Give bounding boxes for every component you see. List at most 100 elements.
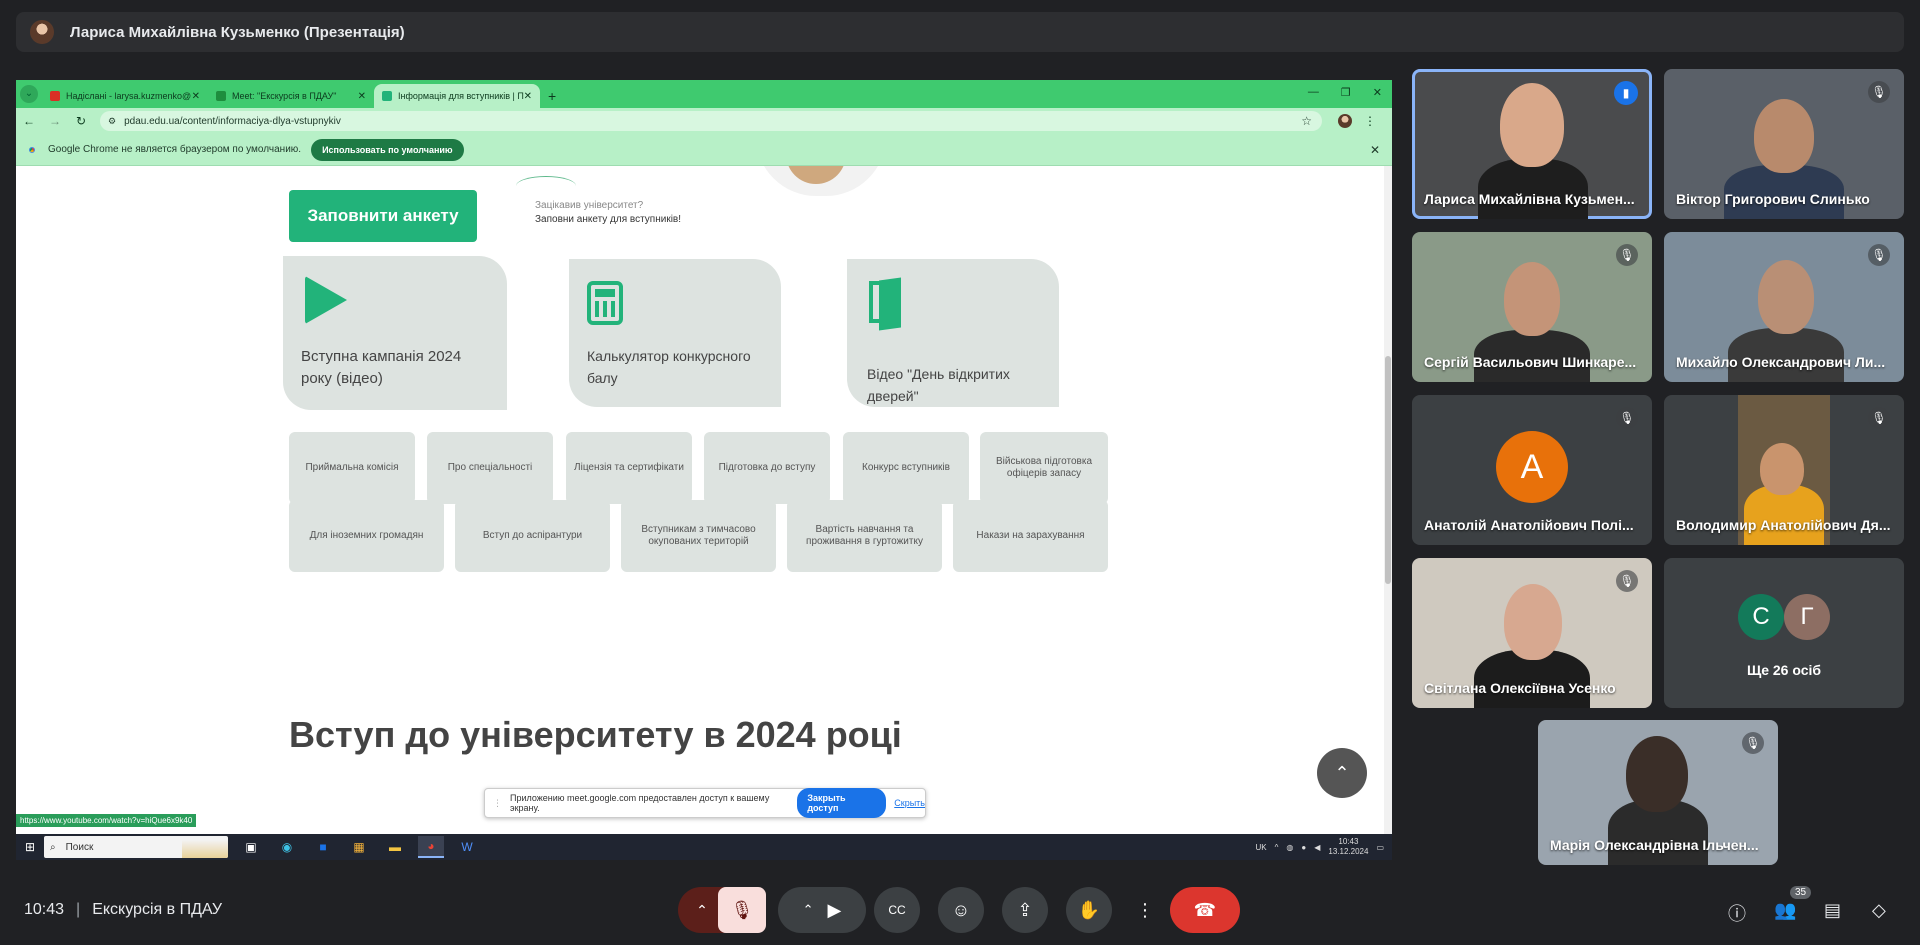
task-view-icon[interactable]: ▣	[238, 836, 264, 858]
browser-tab-pdau[interactable]: Інформація для вступників | П ✕	[374, 84, 540, 108]
tray-chevron-icon[interactable]: ^	[1275, 843, 1279, 852]
speaking-indicator-icon: ▮	[1614, 81, 1638, 105]
windows-start-icon[interactable]: ⊞	[16, 840, 44, 854]
participant-face	[1500, 83, 1564, 167]
screen-share-notice: ⋮ Приложению meet.google.com предоставле…	[484, 788, 926, 818]
scroll-to-top-button[interactable]: ⌃	[1317, 748, 1367, 798]
link-license[interactable]: Ліцензія та сертифікати	[566, 432, 692, 504]
notifications-icon[interactable]: ▭	[1376, 843, 1384, 852]
system-tray: UK ^ ◍ ● ◀ 10:43 13.12.2024 ▭	[1256, 837, 1392, 857]
more-participants-tile[interactable]: С Г Ще 26 осіб	[1664, 558, 1904, 708]
tray-mic-icon[interactable]: ●	[1301, 843, 1306, 852]
raise-hand-button[interactable]: ✋	[1066, 887, 1112, 933]
word-icon[interactable]: W	[454, 836, 480, 858]
mic-toggle-button[interactable]: 🎙	[718, 887, 766, 933]
drag-handle-icon[interactable]: ⋮	[493, 798, 502, 809]
tab-search-icon[interactable]: ⌄	[20, 85, 38, 103]
store-icon[interactable]: ▦	[346, 836, 372, 858]
profile-avatar[interactable]	[1338, 114, 1352, 128]
participant-face	[1760, 443, 1804, 495]
taskbar-clock[interactable]: 10:43 13.12.2024	[1328, 837, 1368, 857]
self-view-tile[interactable]: 🎙 Марія Олександрівна Ільчен...	[1538, 720, 1778, 865]
infobar-text: Google Chrome не является браузером по у…	[48, 144, 302, 155]
taskbar-search[interactable]: ⌕ Поиск	[44, 836, 228, 858]
participant-tile[interactable]: ▮ Лариса Михайлівна Кузьмен...	[1412, 69, 1652, 219]
tab-close-icon[interactable]: ✕	[358, 91, 366, 102]
card-score-calculator[interactable]: Калькулятор конкурсного балу	[569, 259, 781, 407]
participant-tile[interactable]: 🎙 Віктор Григорович Слинько	[1664, 69, 1904, 219]
fill-form-button[interactable]: Заповнити анкету	[289, 190, 477, 242]
participant-tile[interactable]: 🎙 Володимир Анатолійович Дя...	[1664, 395, 1904, 545]
card-label: Відео "День відкритих дверей"	[867, 366, 1010, 404]
link-foreigners[interactable]: Для іноземних громадян	[289, 500, 444, 572]
camera-group-button[interactable]: ⌃ ▶	[778, 887, 866, 933]
share-notice-text: Приложению meet.google.com предоставлен …	[510, 793, 770, 813]
chrome-taskbar-icon[interactable]: ◕	[418, 836, 444, 858]
people-icon[interactable]: 👥	[1774, 900, 1796, 921]
forward-icon[interactable]: →	[42, 114, 68, 128]
reactions-button[interactable]: ☺	[938, 887, 984, 933]
activities-icon[interactable]: ◇	[1872, 900, 1886, 921]
link-enrollment-orders[interactable]: Накази на зарахування	[953, 500, 1108, 572]
address-bar[interactable]: ⚙ pdau.edu.ua/content/informaciya-dlya-v…	[100, 111, 1322, 131]
participant-tile[interactable]: А 🎙 Анатолій Анатолійович Полі...	[1412, 395, 1652, 545]
hero-image	[756, 166, 886, 196]
link-military-training[interactable]: Військова підготовка офіцерів запасу	[980, 432, 1108, 504]
outlook-icon[interactable]: ■	[310, 836, 336, 858]
window-close-icon[interactable]: ✕	[1373, 86, 1382, 99]
new-tab-icon[interactable]: +	[548, 88, 556, 104]
link-competition[interactable]: Конкурс вступників	[843, 432, 969, 504]
leave-call-button[interactable]: ☎	[1170, 887, 1240, 933]
file-explorer-icon[interactable]: ▬	[382, 836, 408, 858]
link-preparation[interactable]: Підготовка до вступу	[704, 432, 830, 504]
site-info-icon[interactable]: ⚙	[108, 116, 116, 127]
tray-network-icon[interactable]: ◍	[1286, 843, 1293, 852]
edge-icon[interactable]: ◉	[274, 836, 300, 858]
card-admission-video[interactable]: Вступна кампанія 2024 року (відео)	[283, 256, 507, 410]
stop-sharing-button[interactable]: Закрыть доступ	[797, 788, 887, 818]
browser-menu-icon[interactable]: ⋮	[1364, 114, 1376, 128]
mic-off-icon: 🎙	[730, 899, 754, 920]
infobar-close-icon[interactable]: ✕	[1370, 143, 1380, 157]
card-label: Вступна кампанія 2024 року (відео)	[301, 348, 462, 387]
bookmark-star-icon[interactable]: ☆	[1301, 114, 1312, 128]
hide-notice-link[interactable]: Скрыть	[894, 798, 925, 808]
participant-tile[interactable]: 🎙 Сергій Васильович Шинкаре...	[1412, 232, 1652, 382]
browser-tab-gmail[interactable]: Надіслані - larysa.kuzmenko@ ✕	[42, 84, 208, 108]
tab-label: Надіслані - larysa.kuzmenko@	[66, 91, 192, 101]
participant-name: Віктор Григорович Слинько	[1676, 191, 1870, 207]
link-specialties[interactable]: Про спеціальності	[427, 432, 553, 504]
scrollbar-thumb[interactable]	[1385, 356, 1391, 584]
language-indicator[interactable]: UK	[1256, 843, 1267, 852]
browser-tab-meet[interactable]: Meet: "Екскурсія в ПДАУ" ✕	[208, 84, 374, 108]
link-postgraduate[interactable]: Вступ до аспірантури	[455, 500, 610, 572]
tab-close-icon[interactable]: ✕	[192, 91, 200, 102]
mic-off-icon: 🎙	[1742, 732, 1764, 754]
chevron-up-icon[interactable]: ⌃	[803, 902, 814, 918]
link-tuition-cost[interactable]: Вартість навчання та проживання в гуртож…	[787, 500, 942, 572]
back-icon[interactable]: ←	[16, 114, 42, 128]
set-default-button[interactable]: Использовать по умолчанию	[311, 138, 464, 161]
link-admission-committee[interactable]: Приймальна комісія	[289, 432, 415, 504]
present-button[interactable]: ⇪	[1002, 887, 1048, 933]
participant-tile[interactable]: 🎙 Михайло Олександрович Ли...	[1664, 232, 1904, 382]
page-scrollbar[interactable]	[1384, 166, 1392, 834]
card-open-day-video[interactable]: Відео "День відкритих дверей"	[847, 259, 1059, 407]
tab-label: Meet: "Екскурсія в ПДАУ"	[232, 91, 337, 101]
minimize-icon[interactable]: —	[1308, 86, 1319, 99]
reload-icon[interactable]: ↻	[68, 114, 94, 128]
chat-icon[interactable]: ▤	[1824, 900, 1841, 921]
tray-sound-icon[interactable]: ◀	[1314, 843, 1320, 852]
taskbar-time: 10:43	[1338, 837, 1359, 846]
participant-name: Володимир Анатолійович Дя...	[1676, 517, 1891, 533]
presenter-avatar	[30, 20, 54, 44]
meeting-info-icon[interactable]: ⓘ	[1728, 900, 1746, 926]
captions-button[interactable]: CC	[874, 887, 920, 933]
default-browser-infobar: Google Chrome не является браузером по у…	[16, 134, 1392, 166]
maximize-icon[interactable]: ❐	[1341, 86, 1351, 99]
link-occupied-territories[interactable]: Вступникам з тимчасово окупованих терито…	[621, 500, 776, 572]
participant-tile[interactable]: 🎙 Світлана Олексіївна Усенко	[1412, 558, 1652, 708]
more-options-button[interactable]: ⋮	[1122, 887, 1168, 933]
browser-tabstrip: ⌄ Надіслані - larysa.kuzmenko@ ✕ Meet: "…	[16, 80, 1392, 108]
tab-close-icon[interactable]: ✕	[524, 91, 532, 102]
